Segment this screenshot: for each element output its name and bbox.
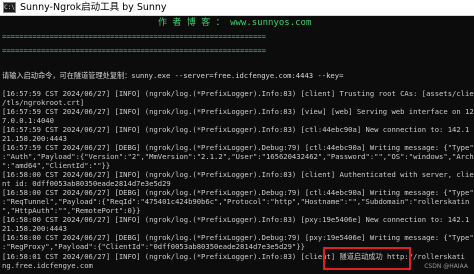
banner-rule-bottom: ========================================…	[2, 46, 266, 55]
log-line: [16:57:59 CST 2024/06/27] [INFO] (ngrok/…	[2, 107, 474, 116]
title-bar[interactable]: C:\ Sunny-Ngrok启动工具 by Sunny	[0, 0, 474, 16]
log-line-tunnel-url: ng.free.idcfengye.com	[2, 261, 93, 270]
highlight-box	[323, 247, 411, 270]
banner-rule-top: ========================================…	[2, 32, 266, 41]
author-blog-line: 作 者 博 客 ： www.sunnyos.com	[158, 18, 312, 28]
watermark: CSDN @HAIAA	[424, 263, 468, 270]
console-icon: C:\	[3, 2, 16, 13]
log-line: :"RegProxy","Payload":{"ClientId":"0dff0…	[2, 242, 305, 251]
log-line: [16:58:00 CST 2024/06/27] [INFO] (ngrok/…	[2, 215, 470, 224]
window-title: Sunny-Ngrok启动工具 by Sunny	[20, 2, 167, 13]
console-window: C:\ Sunny-Ngrok启动工具 by Sunny 作 者 博 客 ： w…	[0, 0, 474, 274]
command-prompt-line: 请输入启动命令，可在隧道管理处复制：sunny.exe --server=fre…	[2, 71, 344, 80]
console-output[interactable]: 作 者 博 客 ： www.sunnyos.com ==============…	[0, 16, 474, 274]
log-line: [16:57:59 CST 2024/06/27] [INFO] (ngrok/…	[2, 125, 470, 134]
